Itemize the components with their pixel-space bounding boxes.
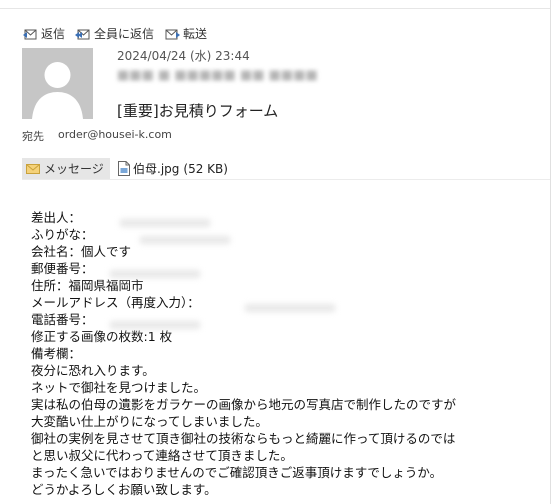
body-line: ネットで御社を見つけました。 (31, 380, 207, 395)
to-address[interactable]: order@housei-k.com (58, 128, 172, 144)
body-line: 修正する画像の枚数:1 枚 (31, 329, 173, 344)
body-line: 会社名：個人です (31, 244, 132, 259)
message-date: 2024/04/24 (水) 23:44 (117, 49, 250, 63)
forward-label: 転送 (183, 27, 208, 41)
body-line: どうかよろしくお願い致します。 (31, 482, 217, 497)
message-toolbar: 返信 全員に返信 転送 (22, 25, 217, 42)
to-label: 宛先 (22, 130, 44, 143)
body-line: 郵便番号： (31, 261, 94, 276)
redacted-phone-value (110, 321, 200, 329)
reply-icon (22, 27, 38, 41)
window-top-border (0, 0, 551, 9)
image-file-icon (118, 161, 130, 176)
reply-label: 返信 (41, 27, 66, 41)
message-tab-label: メッセージ (44, 162, 104, 176)
body-line: 差出人： (31, 210, 82, 225)
redacted-postal-value (110, 270, 200, 278)
body-line: 住所：福岡県福岡市 (31, 278, 144, 293)
body-line: 夜分に恐れ入ります。 (31, 363, 155, 378)
body-line: 備考欄： (31, 346, 82, 361)
body-line: 電話番号： (31, 312, 94, 327)
body-line: ふりがな： (31, 227, 94, 242)
reply-all-icon (75, 27, 91, 41)
recipient-row: 宛先 order@housei-k.com (22, 128, 172, 144)
attachment-filename: 伯母.jpg (133, 162, 180, 176)
body-line: 実は私の伯母の遺影をガラケーの画像から地元の写真店で制作したのですが (31, 397, 457, 412)
body-line: と思い叔父に代わって連絡させて頂きました。 (31, 448, 293, 463)
body-line: 大変酷い仕上がりになってしまいました。 (31, 414, 268, 429)
reply-button[interactable]: 返信 (22, 25, 65, 42)
body-line: 御社の実例を見させて頂き御社の技術ならもっと綺麗に作って頂けるのでは (31, 431, 456, 446)
attachment-bar: メッセージ 伯母.jpg (52 KB) (22, 158, 550, 180)
sender-avatar (22, 48, 93, 119)
attachment-size: (52 KB) (183, 161, 228, 176)
forward-icon (164, 27, 181, 41)
message-tab[interactable]: メッセージ (22, 158, 110, 179)
message-subject: [重要]お見積りフォーム (117, 102, 279, 120)
redacted-furigana-value (140, 236, 230, 244)
redacted-email-value (245, 304, 335, 312)
reply-all-button[interactable]: 全員に返信 (75, 25, 154, 42)
sender-name-redacted: ■■■ ■ ■■■■■ ■■ ■■■■ (117, 68, 318, 83)
envelope-icon (26, 163, 40, 174)
attachment-file[interactable]: 伯母.jpg (52 KB) (118, 160, 228, 177)
reply-all-label: 全員に返信 (94, 27, 155, 41)
message-body: 差出人： ふりがな： 会社名：個人です 郵便番号： 住所：福岡県福岡市 メールア… (31, 209, 541, 498)
redacted-sender-value (120, 219, 210, 227)
forward-button[interactable]: 転送 (164, 25, 207, 42)
body-line: まったく急いではおりませんのでご確認頂きご返事頂けますでしょうか。 (31, 465, 443, 480)
